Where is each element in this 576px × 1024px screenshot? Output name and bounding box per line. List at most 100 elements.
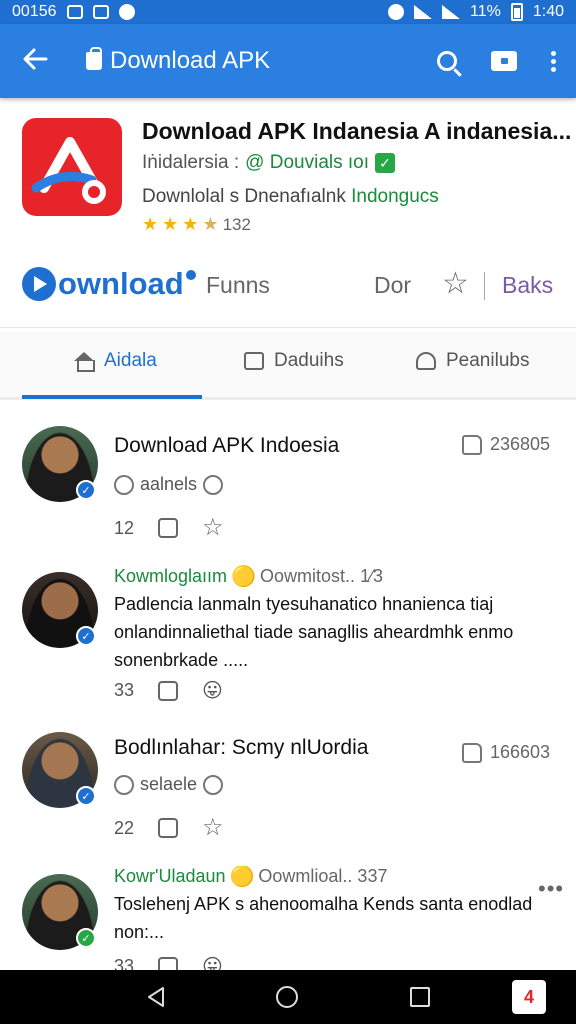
post-actions: 33 😛 xyxy=(114,680,223,701)
rating-count: 132 xyxy=(222,214,251,234)
chat-icon xyxy=(244,352,264,370)
nav-home-icon[interactable] xyxy=(276,986,298,1008)
repost-icon[interactable] xyxy=(158,818,179,838)
reaction-emoji-icon[interactable]: 😛 xyxy=(202,681,223,701)
post-header-meta: Oowmitost.. 1⁄3 xyxy=(259,566,383,586)
star-outline-icon[interactable]: ☆ xyxy=(202,816,224,840)
status-time-right: 1:40 xyxy=(532,3,564,20)
repost-icon[interactable] xyxy=(158,518,179,538)
post-header: Kowr'Uladaun 🟡 Oowmlioal.. 337 xyxy=(114,866,387,887)
feed-item[interactable]: ✓ Kowmloglaıım 🟡 Oowmitost.. 1⁄3 Padlenc… xyxy=(0,562,576,712)
divider xyxy=(484,272,485,300)
comment-count: 33 xyxy=(114,680,135,700)
dor-button[interactable]: Dor xyxy=(374,272,411,299)
post-header-meta: Oowmlioal.. 337 xyxy=(258,866,388,886)
verified-badge-icon: ✓ xyxy=(76,928,96,948)
star-icon: ★ xyxy=(142,214,159,234)
star-half-icon: ★ xyxy=(202,214,219,234)
tab-bar: Aidala Daduihs Peanilubs xyxy=(0,332,576,400)
reaction-emoji-icon[interactable]: 😛 xyxy=(202,957,223,971)
app-logo-graphic xyxy=(31,137,106,204)
like-button[interactable]: 166603 xyxy=(462,742,550,763)
funds-button[interactable]: Funns xyxy=(206,272,270,299)
back-button[interactable] xyxy=(0,44,70,78)
gallery-icon xyxy=(92,5,109,19)
app-bar-title: Download APK xyxy=(110,47,271,74)
home-icon xyxy=(74,352,95,372)
tab-peanilubs[interactable]: Peanilubs xyxy=(416,350,529,372)
star-icon: ★ xyxy=(162,214,179,234)
app-name: Download APK Indanesia A indanesia... xyxy=(142,118,572,144)
emoji-icon: 🟡 xyxy=(229,866,255,888)
action-row: ownload Funns Dor ☆ Baks xyxy=(0,256,576,328)
notification-icon xyxy=(118,4,135,20)
shopping-bag-icon xyxy=(86,47,102,70)
repost-icon[interactable] xyxy=(158,680,179,701)
feed-item[interactable]: ✓ Bodlınlahar: Scmy nlUordia 166603 sela… xyxy=(0,722,576,862)
repost-icon[interactable] xyxy=(158,956,179,970)
download-label: ownload xyxy=(58,266,184,301)
star-icon: ★ xyxy=(182,214,199,234)
status-right: 11% 1:40 xyxy=(388,3,564,21)
post-username[interactable]: Kowmloglaıım xyxy=(114,566,227,587)
feed-item[interactable]: ✓ Kowr'Uladaun 🟡 Oowmlioal.. 337 ••• Tos… xyxy=(0,866,576,970)
star-outline-icon[interactable]: ☆ xyxy=(202,516,224,540)
post-title: Bodlınlahar: Scmy nlUordia xyxy=(114,736,369,759)
verified-badge-icon: ✓ xyxy=(76,786,96,806)
tab-label: Peanilubs xyxy=(446,350,530,371)
app-subtitle-row: Downlolal s Dnenafıalnk Indongucs xyxy=(142,186,439,208)
comment-count: 12 xyxy=(114,517,135,538)
system-nav-bar: 4 xyxy=(0,970,576,1024)
like-count: 166603 xyxy=(490,742,551,762)
verified-icon: ✓ xyxy=(375,153,396,173)
app-rating: ★ ★ ★ ★ 132 xyxy=(142,214,251,235)
nav-back-icon[interactable] xyxy=(146,986,166,1008)
battery-icon xyxy=(510,3,523,21)
comment-count: 33 xyxy=(114,956,135,970)
tab-indicator xyxy=(22,395,202,399)
post-actions: 12 ☆ xyxy=(114,516,224,540)
app-subtitle: Downlolal s Dnenafıalnk xyxy=(142,186,346,207)
signal-icon xyxy=(442,5,461,19)
post-meta: selaele xyxy=(114,774,224,795)
arrow-left-icon xyxy=(23,48,48,70)
post-body: Padlencia lanmaln tyesuhanatico hnanienc… xyxy=(114,594,514,670)
verified-badge-icon: ✓ xyxy=(76,626,96,646)
play-icon xyxy=(22,267,56,301)
like-button[interactable]: 236805 xyxy=(462,434,550,455)
tab-daduihs[interactable]: Daduihs xyxy=(244,350,344,372)
app-shortcut-icon[interactable]: 4 xyxy=(512,980,546,1014)
mail-icon xyxy=(66,5,83,19)
post-body: Toslehenj APK s ahenoomalha Kends santa … xyxy=(114,894,533,942)
comment-count: 22 xyxy=(114,817,135,838)
download-badge-icon xyxy=(185,270,196,280)
search-icon[interactable] xyxy=(437,51,457,71)
post-meta-text: selaele xyxy=(140,774,198,794)
verified-badge-icon: ✓ xyxy=(76,480,96,500)
wifi-icon xyxy=(414,5,433,19)
thumb-up-icon xyxy=(462,434,482,455)
clock-icon xyxy=(203,774,224,795)
thumb-up-icon xyxy=(462,742,482,763)
baks-button[interactable]: Baks xyxy=(502,272,553,299)
download-button[interactable]: ownload xyxy=(22,266,196,302)
post-header: Kowmloglaıım 🟡 Oowmitost.. 1⁄3 xyxy=(114,566,383,587)
people-icon xyxy=(416,352,436,370)
nav-recents-icon[interactable] xyxy=(410,987,430,1007)
feed-item[interactable]: ✓ Download APK Indoesia 236805 aalnels 1… xyxy=(0,420,576,560)
developer-link[interactable]: @ Douvials ıoı xyxy=(245,152,369,174)
clock-icon xyxy=(114,774,134,795)
app-developer-row: Iṅidalersia : @ Douvials ıoı ✓ xyxy=(142,152,396,174)
post-meta-text: aalnels xyxy=(140,474,198,494)
clock-icon xyxy=(203,474,224,495)
more-vert-icon[interactable] xyxy=(551,50,556,72)
clock-icon xyxy=(114,474,134,495)
cast-icon[interactable] xyxy=(491,51,517,71)
post-actions: 33 😛 xyxy=(114,956,223,970)
tab-aidala[interactable]: Aidala xyxy=(74,350,157,372)
like-count: 236805 xyxy=(490,434,551,454)
post-meta: aalnels xyxy=(114,474,224,495)
app-subtitle-tag[interactable]: Indongucs xyxy=(351,186,439,207)
star-outline-icon[interactable]: ☆ xyxy=(442,266,469,301)
post-username[interactable]: Kowr'Uladaun xyxy=(114,866,226,887)
